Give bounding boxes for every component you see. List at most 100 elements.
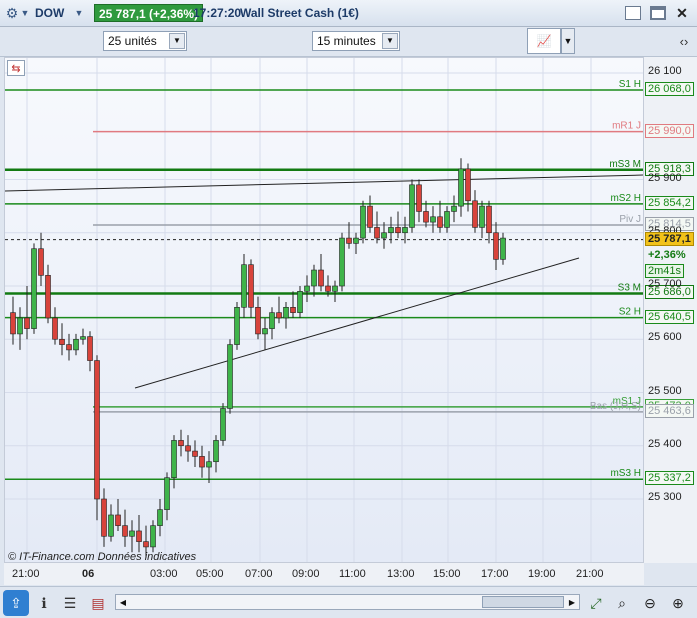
level-value-badge: 25 463,6 xyxy=(645,403,694,418)
candle-body xyxy=(297,291,303,313)
level-label: S3 M xyxy=(618,282,641,293)
candle-body xyxy=(185,445,191,452)
scroll-right-icon[interactable]: ▶ xyxy=(565,595,579,609)
time-tick-label: 09:00 xyxy=(292,568,320,580)
candle-body xyxy=(311,269,317,287)
time-tick-label: 21:00 xyxy=(576,568,604,580)
candle-body xyxy=(472,200,478,228)
level-value-badge: 25 854,2 xyxy=(645,195,694,210)
price-tick-label: 25 500 xyxy=(648,384,682,397)
candle-body xyxy=(367,205,373,228)
candle-body xyxy=(17,317,23,335)
keyboard-icon[interactable] xyxy=(625,6,641,20)
candle-body xyxy=(493,232,499,260)
candle-body xyxy=(199,456,205,468)
share-icon[interactable]: ⇪ xyxy=(3,590,29,616)
trend-line xyxy=(5,174,643,192)
drawing-tools-icon[interactable]: ▤ xyxy=(87,590,109,616)
zoom-in-icon[interactable]: ⊕ xyxy=(667,590,689,616)
candle-body xyxy=(416,184,422,212)
candle-body xyxy=(150,525,156,548)
candle-body xyxy=(136,530,142,542)
level-label: mR1 J xyxy=(612,121,641,132)
candle-body xyxy=(178,440,184,447)
candle-body xyxy=(339,237,345,287)
candle-body xyxy=(437,216,443,228)
scrollbar-thumb[interactable] xyxy=(482,596,564,608)
trend-line xyxy=(134,257,580,389)
price-axis[interactable]: 26 068,0 25 990,0 25 918,3 25 854,2 25 814,5… xyxy=(644,57,697,563)
candle-body xyxy=(318,269,324,287)
price-tick-label: 25 300 xyxy=(648,491,682,503)
collapse-panel-icon[interactable]: ‹› xyxy=(674,29,694,53)
price-badge: 25 787,1 (+2,36%) xyxy=(94,4,204,22)
time-tick-label: 19:00 xyxy=(528,568,556,580)
units-select[interactable]: 25 unités ▼ xyxy=(103,31,187,51)
candle-body xyxy=(220,408,226,441)
change-badge: +2,36% xyxy=(648,248,686,261)
candle-body xyxy=(45,275,51,319)
instrument-label: Wall Street Cash (1€) xyxy=(240,6,359,20)
units-select-value: 25 unités xyxy=(108,34,157,48)
countdown-badge: 2m41s xyxy=(645,263,685,278)
candle-body xyxy=(479,205,485,228)
candle-body xyxy=(164,477,170,510)
chart-canvas[interactable]: S1 HmR1 JmS3 MmS2 HPiv JS3 MS2 HmS1 JmS3… xyxy=(5,58,644,563)
candle-body xyxy=(395,227,401,234)
level-value-badge: 25 640,5 xyxy=(645,309,694,324)
candle-body xyxy=(451,205,457,212)
candle-body xyxy=(290,307,296,313)
sync-icon[interactable]: ⇆ xyxy=(7,60,25,76)
candle-body xyxy=(192,450,198,457)
zoom-out-icon[interactable]: ⊖ xyxy=(639,590,661,616)
zoom-fit-icon[interactable]: ⤢ xyxy=(585,590,607,616)
time-tick-label: 07:00 xyxy=(245,568,273,580)
list-icon[interactable]: ☰ xyxy=(59,590,81,616)
candle-body xyxy=(80,336,86,340)
candle-body xyxy=(388,227,394,234)
candle-body xyxy=(241,264,247,308)
candle-body xyxy=(423,211,429,223)
candle-body xyxy=(430,216,436,223)
candle-body xyxy=(38,248,44,276)
level-label: mS3 M xyxy=(609,159,641,170)
indicator-icon[interactable]: ℹ xyxy=(33,590,55,616)
time-tick-label: 21:00 xyxy=(12,568,40,580)
chart-type-icon[interactable]: 📈 xyxy=(527,28,561,54)
chevron-down-icon[interactable]: ▼ xyxy=(169,33,185,49)
candle-body xyxy=(157,509,163,526)
candle-body xyxy=(227,344,233,409)
time-tick-label: 15:00 xyxy=(433,568,461,580)
candle-body xyxy=(465,168,471,202)
chevron-down-icon[interactable]: ▼ xyxy=(20,4,30,22)
candle-body xyxy=(234,307,240,345)
time-tick-label: 13:00 xyxy=(387,568,415,580)
price-tick-label: 25 400 xyxy=(648,437,682,450)
interval-select[interactable]: 15 minutes ▼ xyxy=(312,31,400,51)
level-label: mS3 H xyxy=(610,468,641,479)
level-label: Piv J xyxy=(619,214,641,225)
price-tick-label: 26 100 xyxy=(648,65,682,77)
candle-body xyxy=(353,237,359,244)
time-label: 17:27:20 xyxy=(193,6,242,20)
horizontal-scrollbar[interactable]: ◀ ▶ xyxy=(115,594,580,610)
candle-body xyxy=(262,328,268,335)
close-icon[interactable]: ✕ xyxy=(673,4,691,22)
chevron-down-icon[interactable]: ▼ xyxy=(382,33,398,49)
watermark: © IT-Finance.com Données indicatives xyxy=(8,551,197,563)
scroll-left-icon[interactable]: ◀ xyxy=(116,595,130,609)
zoom-area-icon[interactable]: ⌕ xyxy=(611,590,633,616)
candle-body xyxy=(409,184,415,228)
chevron-down-icon[interactable]: ▼ xyxy=(73,4,85,22)
candle-body xyxy=(402,227,408,234)
candle-body xyxy=(122,525,128,537)
candle-body xyxy=(31,248,37,329)
price-chart[interactable]: S1 HmR1 JmS3 MmS2 H Piv J S3 M S2 HmS1 JmS3… xyxy=(4,57,644,563)
trend-label: Bas (J,H,S) xyxy=(590,401,641,412)
window-restore-icon[interactable] xyxy=(650,6,666,20)
price-tick-label: 25 700 xyxy=(648,278,682,290)
level-value-badge: 25 337,2 xyxy=(645,471,694,486)
settings-gear-icon[interactable]: ⚙ xyxy=(3,4,21,22)
time-axis[interactable]: 21:00 06 03:00 05:00 07:00 09:00 11:00 13:00 15:… xyxy=(4,563,644,585)
chevron-down-icon[interactable]: ▼ xyxy=(561,28,575,54)
